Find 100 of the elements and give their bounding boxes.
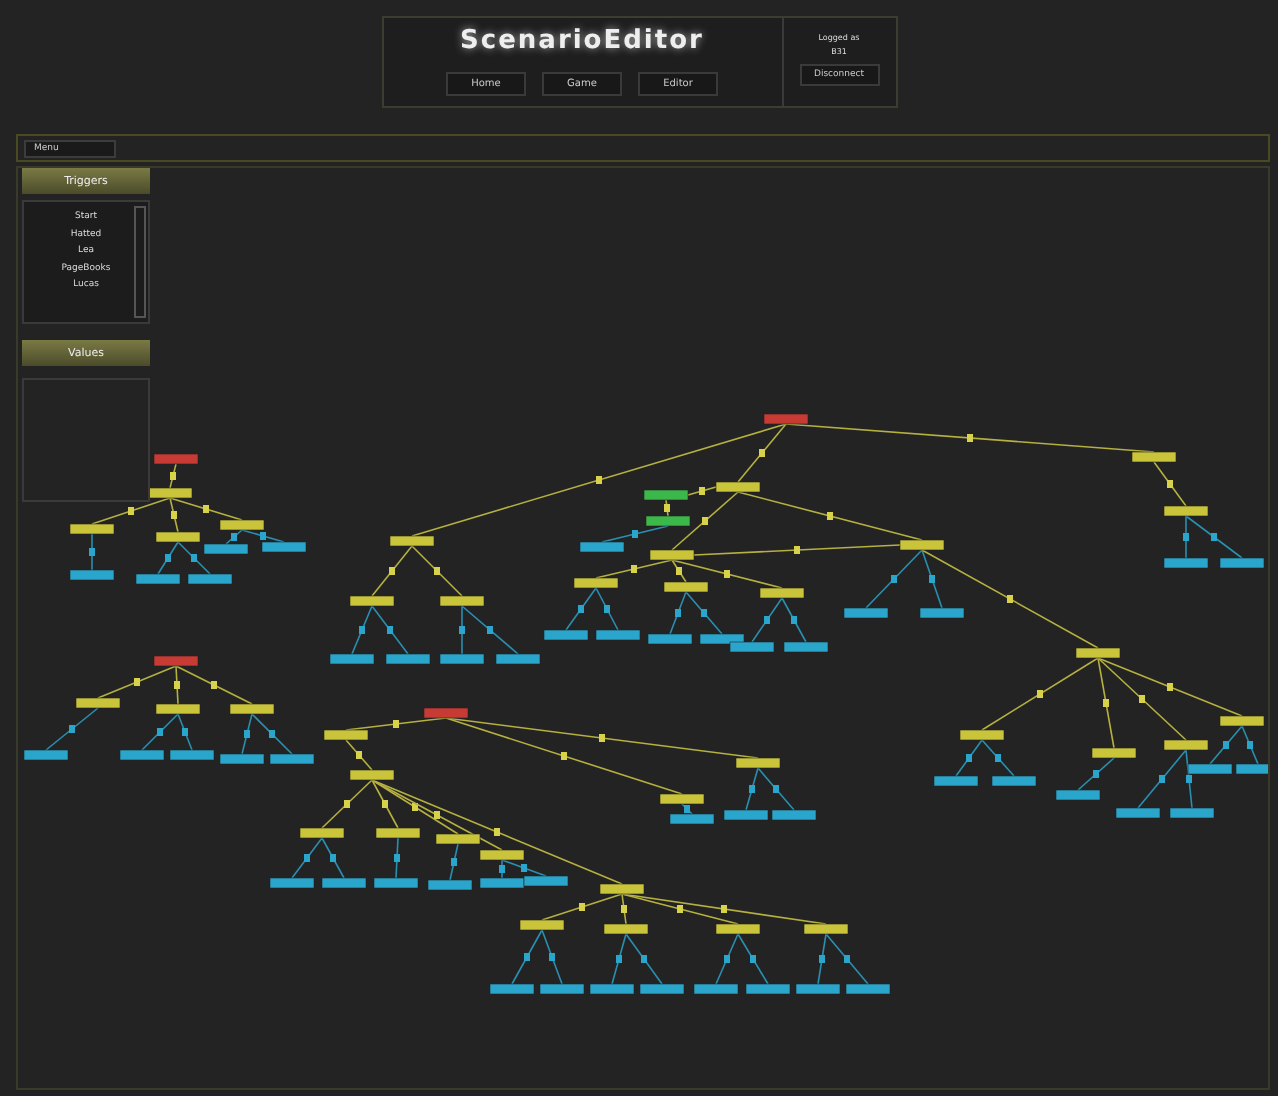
graph-node[interactable] (669, 813, 715, 825)
graph-node[interactable] (495, 653, 541, 665)
connector-line (565, 587, 597, 631)
graph-node[interactable] (373, 877, 419, 889)
graph-node[interactable] (645, 515, 691, 527)
graph-node[interactable] (1163, 739, 1209, 751)
graph-node[interactable] (783, 641, 829, 653)
graph-node[interactable] (1131, 451, 1177, 463)
graph-node[interactable] (269, 753, 315, 765)
graph-node[interactable] (203, 543, 249, 555)
graph-node[interactable] (75, 697, 121, 709)
graph-node[interactable] (729, 641, 775, 653)
graph-node[interactable] (479, 849, 525, 861)
graph-node[interactable] (715, 481, 761, 493)
graph-node[interactable] (699, 633, 745, 645)
graph-node[interactable] (1075, 647, 1121, 659)
graph-node[interactable] (229, 703, 275, 715)
graph-node[interactable] (135, 573, 181, 585)
graph-node[interactable] (119, 749, 165, 761)
graph-node[interactable] (599, 883, 645, 895)
connector-line (89, 533, 95, 571)
graph-node[interactable] (219, 753, 265, 765)
graph-node[interactable] (723, 809, 769, 821)
graph-node[interactable] (693, 983, 739, 995)
graph-node[interactable] (663, 581, 709, 593)
graph-node[interactable] (389, 535, 435, 547)
graph-node[interactable] (643, 489, 689, 501)
connector-line (737, 933, 769, 985)
graph-node[interactable] (1235, 763, 1268, 775)
graph-node[interactable] (439, 595, 485, 607)
graph-node[interactable] (803, 923, 849, 935)
graph-node[interactable] (1169, 807, 1215, 819)
graph-node[interactable] (439, 653, 485, 665)
graph-node[interactable] (69, 523, 115, 535)
graph-node[interactable] (219, 519, 265, 531)
graph-node[interactable] (1091, 747, 1137, 759)
graph-node[interactable] (349, 769, 395, 781)
graph-node[interactable] (759, 587, 805, 599)
graph-node[interactable] (845, 983, 891, 995)
graph-node[interactable] (589, 983, 635, 995)
graph-node[interactable] (23, 749, 69, 761)
graph-node[interactable] (919, 607, 965, 619)
graph-node[interactable] (649, 549, 695, 561)
graph-node[interactable] (1163, 505, 1209, 517)
graph-node[interactable] (269, 877, 315, 889)
graph-node[interactable] (1115, 807, 1161, 819)
graph-node[interactable] (423, 707, 469, 719)
graph-node[interactable] (153, 655, 199, 667)
graph-node[interactable] (69, 569, 115, 581)
graph-node[interactable] (519, 919, 565, 931)
graph-node[interactable] (169, 749, 215, 761)
graph-node[interactable] (595, 629, 641, 641)
connector-line (781, 597, 807, 643)
graph-node[interactable] (735, 757, 781, 769)
connector-line (1077, 757, 1115, 791)
graph-node[interactable] (321, 877, 367, 889)
graph-node[interactable] (745, 983, 791, 995)
graph-node[interactable] (991, 775, 1037, 787)
graph-node[interactable] (771, 809, 817, 821)
graph-node[interactable] (385, 653, 431, 665)
connector-line (321, 837, 345, 879)
graph-node[interactable] (187, 573, 233, 585)
graph-node[interactable] (639, 983, 685, 995)
graph-node[interactable] (933, 775, 979, 787)
graph-node[interactable] (603, 923, 649, 935)
graph-node[interactable] (647, 633, 693, 645)
graph-node[interactable] (479, 877, 525, 889)
graph-node[interactable] (153, 453, 199, 465)
graph-node[interactable] (1187, 763, 1233, 775)
graph-node[interactable] (1055, 789, 1101, 801)
graph-node[interactable] (155, 703, 201, 715)
graph-node[interactable] (489, 983, 535, 995)
graph-node[interactable] (299, 827, 345, 839)
graph-node[interactable] (659, 793, 705, 805)
graph-node[interactable] (899, 539, 945, 551)
graph-node[interactable] (795, 983, 841, 995)
graph-node[interactable] (147, 487, 193, 499)
graph-node[interactable] (1163, 557, 1209, 569)
graph-node[interactable] (1219, 557, 1265, 569)
graph-node[interactable] (579, 541, 625, 553)
graph-node[interactable] (539, 983, 585, 995)
graph-node[interactable] (427, 879, 473, 891)
graph-node[interactable] (155, 531, 201, 543)
graph-node[interactable] (523, 875, 569, 887)
scrollbar[interactable] (134, 206, 146, 318)
graph-node[interactable] (959, 729, 1005, 741)
graph-node[interactable] (763, 413, 809, 425)
graph-node[interactable] (375, 827, 421, 839)
graph-node[interactable] (329, 653, 375, 665)
values-panel (22, 378, 150, 502)
graph-node[interactable] (543, 629, 589, 641)
graph-node[interactable] (349, 595, 395, 607)
graph-node[interactable] (715, 923, 761, 935)
graph-node[interactable] (843, 607, 889, 619)
graph-node[interactable] (573, 577, 619, 589)
graph-node[interactable] (435, 833, 481, 845)
graph-node[interactable] (261, 541, 307, 553)
graph-node[interactable] (1219, 715, 1265, 727)
connector-line (751, 597, 783, 643)
graph-node[interactable] (323, 729, 369, 741)
